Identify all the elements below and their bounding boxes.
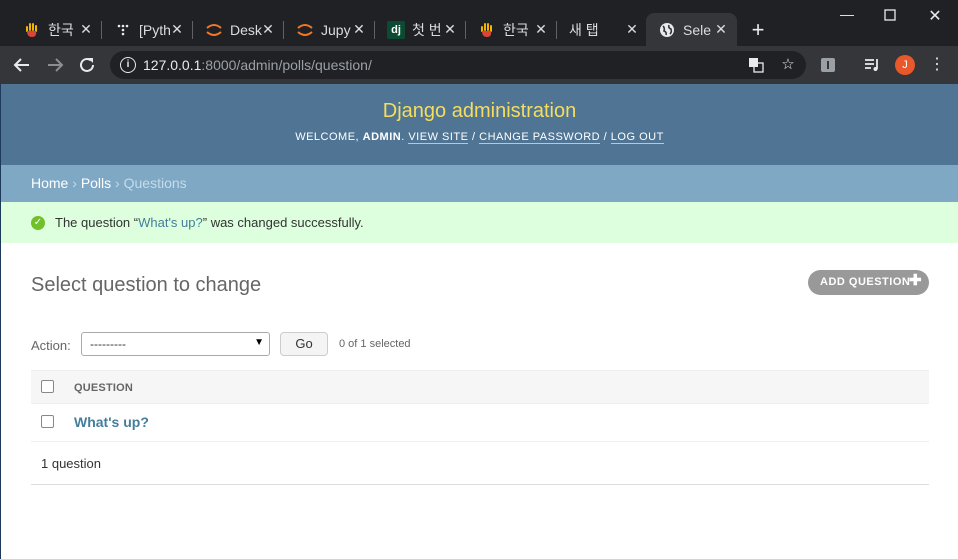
view-site-link[interactable]: VIEW SITE: [408, 131, 469, 144]
tab-title: 새 탭: [569, 21, 599, 38]
checkmark-icon: ✓: [31, 215, 45, 230]
address-bar[interactable]: i 127.0.0.1:8000/admin/polls/question/ ☆: [110, 51, 806, 79]
bookmark-star-icon[interactable]: ☆: [778, 55, 798, 75]
result-count: 1 question: [41, 456, 101, 471]
user-tools: WELCOME, ADMIN. VIEW SITE / CHANGE PASSW…: [295, 131, 664, 144]
media-control-icon[interactable]: [860, 53, 884, 77]
close-icon[interactable]: ✕: [713, 21, 729, 37]
browser-toolbar: i 127.0.0.1:8000/admin/polls/question/ ☆…: [0, 46, 958, 84]
jupyter-icon: [205, 21, 223, 39]
admin-header: Django administration WELCOME, ADMIN. VI…: [1, 84, 958, 165]
admin-page: Django administration WELCOME, ADMIN. VI…: [0, 84, 958, 559]
profile-avatar[interactable]: J: [895, 55, 915, 75]
close-window-icon[interactable]: ✕: [912, 6, 958, 26]
browser-tab[interactable]: 새 탭 ✕: [557, 13, 648, 46]
select-all-checkbox[interactable]: [41, 380, 54, 393]
breadcrumb: Home › Polls › Questions: [1, 165, 958, 202]
browser-tab[interactable]: dj 첫 번 ✕: [375, 13, 466, 46]
message-text: The question “What's up?” was changed su…: [55, 215, 364, 230]
go-button[interactable]: Go: [280, 332, 328, 356]
globe-icon: [658, 21, 676, 39]
browser-tab-strip: 한국 ✕ [Pyth ✕ Desk ✕ Jupy ✕ dj 첫 번 ✕ 한국 ✕…: [0, 0, 958, 46]
change-password-link[interactable]: CHANGE PASSWORD: [479, 131, 601, 144]
selected-counter: 0 of 1 selected: [339, 338, 411, 350]
table-row: What's up?: [31, 404, 929, 442]
maximize-icon[interactable]: [867, 6, 913, 26]
browser-tab-active[interactable]: Sele ✕: [646, 13, 737, 46]
close-icon[interactable]: ✕: [442, 21, 458, 37]
hand-icon: [23, 21, 41, 39]
close-icon[interactable]: ✕: [351, 21, 367, 37]
username: ADMIN: [362, 131, 402, 143]
message-object-link[interactable]: What's up?: [138, 215, 203, 230]
dropdown-arrow-icon: ▼: [254, 337, 264, 348]
django-icon: dj: [387, 20, 405, 39]
close-icon[interactable]: ✕: [169, 21, 185, 37]
row-checkbox[interactable]: [41, 415, 54, 428]
page-title: Select question to change: [31, 274, 262, 296]
extension-icon[interactable]: [816, 53, 840, 77]
site-name[interactable]: Django administration: [1, 84, 958, 123]
breadcrumb-current: Questions: [123, 175, 187, 191]
minimize-icon[interactable]: —: [824, 6, 870, 26]
url-text[interactable]: 127.0.0.1:8000/admin/polls/question/: [143, 57, 372, 73]
add-question-button[interactable]: ADD QUESTION ✚: [808, 270, 929, 295]
results-table: QUESTION What's up? 1 question: [31, 370, 929, 485]
column-header-question[interactable]: QUESTION: [74, 382, 133, 394]
plus-icon: ✚: [909, 272, 923, 289]
close-icon[interactable]: ✕: [533, 21, 549, 37]
translate-icon[interactable]: [746, 55, 766, 75]
action-label: Action:: [31, 338, 71, 353]
menu-kebab-icon[interactable]: ⋮: [925, 53, 949, 77]
actions-bar: Action: --------- ▼ Go 0 of 1 selected: [31, 331, 929, 359]
close-icon[interactable]: ✕: [78, 21, 94, 37]
close-icon[interactable]: ✕: [260, 21, 276, 37]
table-header: QUESTION: [31, 370, 929, 404]
browser-tab[interactable]: 한국 ✕: [466, 13, 557, 46]
browser-tab[interactable]: [Pyth ✕: [102, 13, 193, 46]
reload-icon[interactable]: [75, 53, 99, 77]
question-link[interactable]: What's up?: [74, 414, 149, 430]
success-message: ✓ The question “What's up?” was changed …: [1, 202, 958, 243]
browser-tab[interactable]: Desk ✕: [193, 13, 284, 46]
browser-tab[interactable]: Jupy ✕: [284, 13, 375, 46]
site-info-icon[interactable]: i: [120, 57, 136, 73]
log-out-link[interactable]: LOG OUT: [610, 131, 664, 144]
hand-icon: [478, 21, 496, 39]
breadcrumb-polls[interactable]: Polls: [81, 175, 111, 191]
paginator: 1 question: [31, 442, 929, 485]
dots-icon: [114, 21, 132, 39]
breadcrumb-home[interactable]: Home: [31, 175, 68, 191]
browser-tab[interactable]: 한국 ✕: [11, 13, 102, 46]
forward-icon[interactable]: [43, 53, 67, 77]
action-select[interactable]: --------- ▼: [81, 332, 270, 356]
jupyter-icon: [296, 21, 314, 39]
back-icon[interactable]: [10, 53, 34, 77]
new-tab-button[interactable]: +: [746, 19, 770, 43]
close-icon[interactable]: ✕: [624, 21, 640, 37]
welcome-text: WELCOME,: [295, 131, 360, 143]
